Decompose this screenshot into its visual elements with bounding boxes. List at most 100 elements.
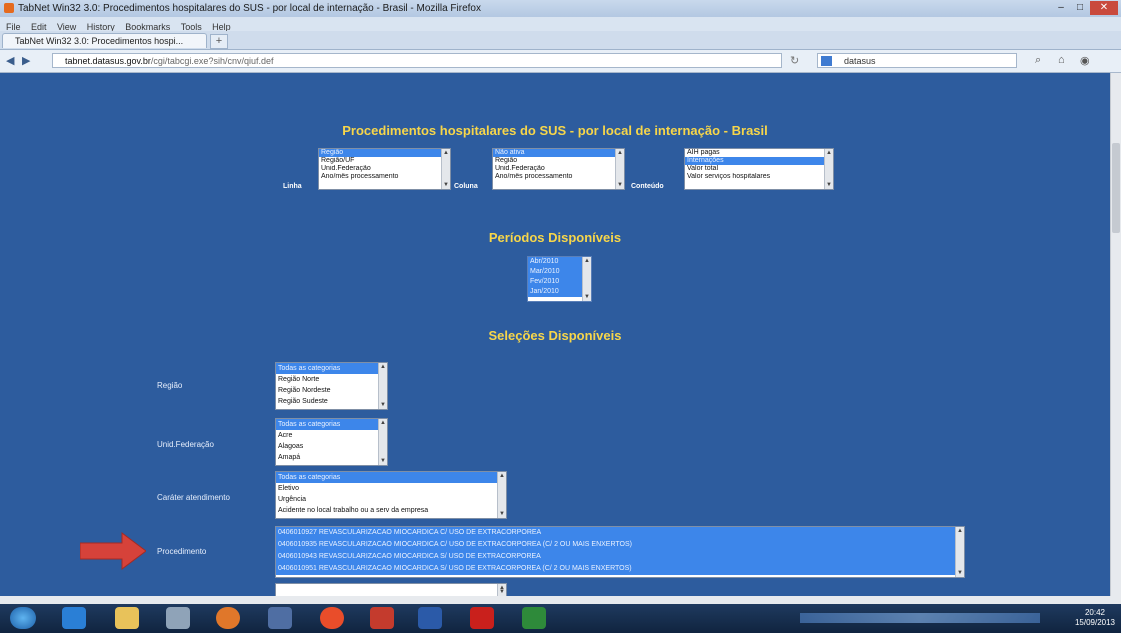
internet-explorer-icon[interactable] [62, 607, 86, 629]
url-path: /cgi/tabcgi.exe?sih/cnv/qiuf.def [150, 56, 274, 66]
filter-uf-label: Unid.Federação [157, 440, 214, 449]
file-explorer-icon[interactable] [115, 607, 139, 629]
word-icon[interactable] [418, 607, 442, 629]
coluna-select[interactable]: Não ativa Região Unid.Federação Ano/mês … [492, 148, 625, 190]
conteudo-label: Conteúdo [631, 183, 664, 190]
coluna-label: Coluna [454, 183, 478, 190]
firefox-taskbar-icon[interactable] [216, 607, 240, 629]
chrome-icon[interactable] [320, 607, 344, 629]
linha-select[interactable]: Região Região/UF Unid.Federação Ano/mês … [318, 148, 451, 190]
filter-option[interactable]: Região Norte [276, 374, 387, 385]
maximize-button[interactable]: □ [1071, 1, 1089, 15]
addon-icon[interactable]: ◉ [1080, 54, 1090, 67]
url-domain: tabnet.datasus.gov.br [65, 56, 151, 66]
tab-bar: TabNet Win32 3.0: Procedimentos hospi...… [0, 31, 1121, 50]
mail-icon[interactable] [268, 607, 292, 629]
home-icon[interactable]: ⌂ [1058, 54, 1065, 66]
filter-procedimento-select[interactable]: 0406010927 REVASCULARIZACAO MIOCARDICA C… [275, 526, 965, 578]
filter-option[interactable]: Região Nordeste [276, 385, 387, 396]
select-scrollbar[interactable] [497, 584, 506, 596]
conteudo-select[interactable]: AIH pagas Internações Valor total Valor … [684, 148, 834, 190]
back-icon[interactable]: ◀ [6, 54, 14, 67]
filter-carater-label: Caráter atendimento [157, 493, 230, 502]
page-vertical-scrollbar[interactable] [1110, 73, 1121, 596]
filter-option[interactable]: Alagoas [276, 441, 387, 452]
periodos-title: Períodos Disponíveis [488, 230, 622, 245]
filter-carater-select[interactable]: Todas as categorias Eletivo Urgência Aci… [275, 471, 507, 519]
search-text: datasus [844, 56, 876, 66]
linha-option[interactable]: Região [319, 149, 450, 157]
filter-option[interactable]: Todas as categorias [276, 472, 506, 483]
linha-option[interactable]: Unid.Federação [319, 165, 450, 173]
window-title: TabNet Win32 3.0: Procedimentos hospital… [18, 3, 481, 14]
select-scrollbar[interactable] [824, 149, 833, 189]
select-scrollbar[interactable] [378, 419, 387, 465]
search-engine-icon[interactable] [821, 56, 832, 66]
selecoes-title: Seleções Disponíveis [488, 328, 622, 343]
forward-icon[interactable]: ▶ [22, 54, 30, 67]
filter-option[interactable]: 0406010943 REVASCULARIZACAO MIOCARDICA S… [276, 551, 964, 563]
search-box[interactable]: datasus [817, 53, 1017, 68]
filter-procedimento-label: Procedimento [157, 547, 207, 556]
select-scrollbar[interactable] [955, 527, 964, 577]
linha-option[interactable]: Região/UF [319, 157, 450, 165]
linha-label: Linha [283, 183, 302, 190]
page-title: Procedimentos hospitalares do SUS - por … [342, 123, 768, 138]
scrollbar-thumb[interactable] [1112, 143, 1120, 233]
coluna-option[interactable]: Ano/mês processamento [493, 173, 624, 181]
navigation-bar: ◀ ▶ tabnet.datasus.gov.br/cgi/tabcgi.exe… [0, 50, 1121, 73]
filter-uf-select[interactable]: Todas as categorias Acre Alagoas Amapá [275, 418, 388, 466]
select-scrollbar[interactable] [582, 257, 591, 301]
start-button[interactable] [10, 607, 36, 629]
coluna-option[interactable]: Região [493, 157, 624, 165]
system-tray-icons[interactable] [800, 613, 1040, 623]
filter-option[interactable]: 0406010927 REVASCULARIZACAO MIOCARDICA C… [276, 527, 964, 539]
new-tab-button[interactable]: + [210, 34, 228, 49]
filter-option[interactable]: 0406010935 REVASCULARIZACAO MIOCARDICA C… [276, 539, 964, 551]
filter-option[interactable]: Eletivo [276, 483, 506, 494]
coluna-option[interactable]: Não ativa [493, 149, 624, 157]
window-title-bar: TabNet Win32 3.0: Procedimentos hospital… [0, 0, 1121, 17]
windows-taskbar: 20:42 15/09/2013 [0, 604, 1121, 633]
minimize-button[interactable]: – [1052, 1, 1070, 15]
clock[interactable]: 20:42 15/09/2013 [1075, 608, 1115, 628]
filter-option[interactable]: Acre [276, 430, 387, 441]
browser-tab[interactable]: TabNet Win32 3.0: Procedimentos hospi... [2, 33, 207, 48]
coluna-option[interactable]: Unid.Federação [493, 165, 624, 173]
search-icon[interactable]: ⌕ [1035, 54, 1041, 67]
conteudo-option[interactable]: Valor total [685, 165, 833, 173]
filter-option[interactable]: Região Sudeste [276, 396, 387, 407]
clock-date: 15/09/2013 [1074, 618, 1115, 627]
page-horizontal-scrollbar[interactable] [0, 596, 1121, 604]
filter-regiao-label: Região [157, 381, 183, 390]
red-arrow-annotation [80, 532, 146, 570]
select-scrollbar[interactable] [615, 149, 624, 189]
filter-regiao-select[interactable]: Todas as categorias Região Norte Região … [275, 362, 388, 410]
periodos-select[interactable]: Abr/2010 Mar/2010 Fev/2010 Jan/2010 [527, 256, 592, 302]
filter-option[interactable]: Urgência [276, 494, 506, 505]
conteudo-option[interactable]: AIH pagas [685, 149, 833, 157]
page-content: Procedimentos hospitalares do SUS - por … [0, 73, 1110, 596]
clock-time: 20:42 [1084, 608, 1105, 617]
filter-option[interactable]: Todas as categorias [276, 363, 387, 374]
filter-option[interactable]: Acidente no local trabalho ou a serv da … [276, 505, 506, 516]
app-icon-2[interactable] [370, 607, 394, 629]
conteudo-option[interactable]: Internações [685, 157, 833, 165]
linha-option[interactable]: Ano/mês processamento [319, 173, 450, 181]
menu-bar: File Edit View History Bookmarks Tools H… [0, 17, 1121, 32]
select-scrollbar[interactable] [441, 149, 450, 189]
filter-option[interactable]: Todas as categorias [276, 419, 387, 430]
reload-icon[interactable]: ↻ [790, 54, 799, 67]
filter-option[interactable]: Amapá [276, 452, 387, 463]
conteudo-option[interactable]: Valor serviços hospitalares [685, 173, 833, 181]
filter-option[interactable]: 0406010951 REVASCULARIZACAO MIOCARDICA S… [276, 563, 964, 575]
select-scrollbar[interactable] [497, 472, 506, 518]
select-scrollbar[interactable] [378, 363, 387, 409]
excel-icon[interactable] [522, 607, 546, 629]
acrobat-icon[interactable] [470, 607, 494, 629]
app-icon[interactable] [166, 607, 190, 629]
address-bar[interactable]: tabnet.datasus.gov.br/cgi/tabcgi.exe?sih… [52, 53, 782, 68]
next-filter-select[interactable] [275, 583, 507, 596]
close-button[interactable]: ✕ [1090, 1, 1118, 15]
firefox-icon [4, 3, 14, 13]
